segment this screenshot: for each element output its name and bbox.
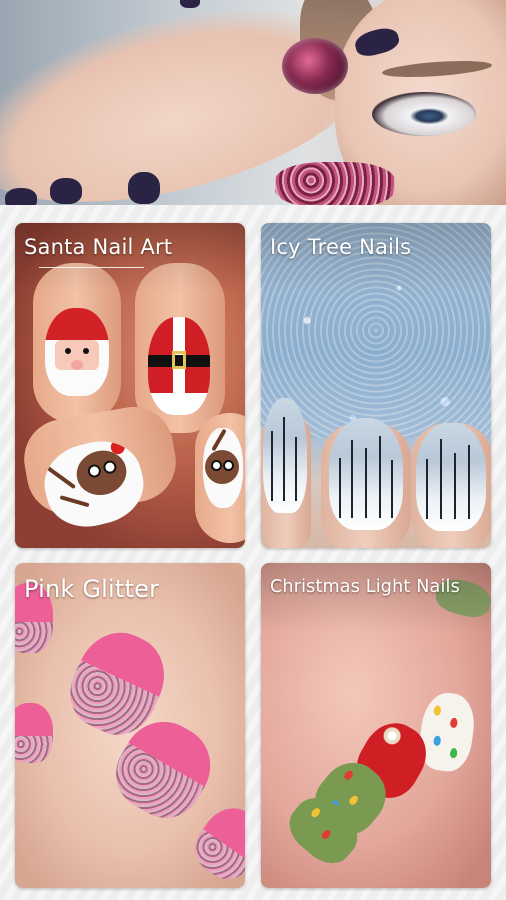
card-title: Pink Glitter [24,575,160,603]
card-santa-nail-art[interactable]: Santa Nail Art [15,223,245,548]
santa-suit-nail [148,317,210,415]
icy-nail [263,398,307,513]
card-icy-tree-nails[interactable]: Icy Tree Nails [261,223,491,548]
reindeer-nail [203,428,243,508]
pink-glitter-nail [185,797,245,888]
nail-image [128,172,160,204]
card-title: Santa Nail Art [24,235,173,259]
card-title: Christmas Light Nails [270,577,460,597]
santa-nail [45,308,109,396]
card-christmas-light-nails[interactable]: Christmas Light Nails [261,563,491,888]
eye-image [372,92,476,136]
card-title: Icy Tree Nails [270,235,412,259]
glitter-ring-image [275,162,395,208]
title-underline [39,267,144,268]
nail-image [50,178,82,204]
ring-image [282,38,348,94]
pink-glitter-nail [15,703,53,763]
icy-nail [329,418,403,530]
hero-banner [0,0,506,212]
icy-nail [416,423,486,531]
card-pink-glitter[interactable]: Pink Glitter [15,563,245,888]
nail-image [180,0,200,8]
